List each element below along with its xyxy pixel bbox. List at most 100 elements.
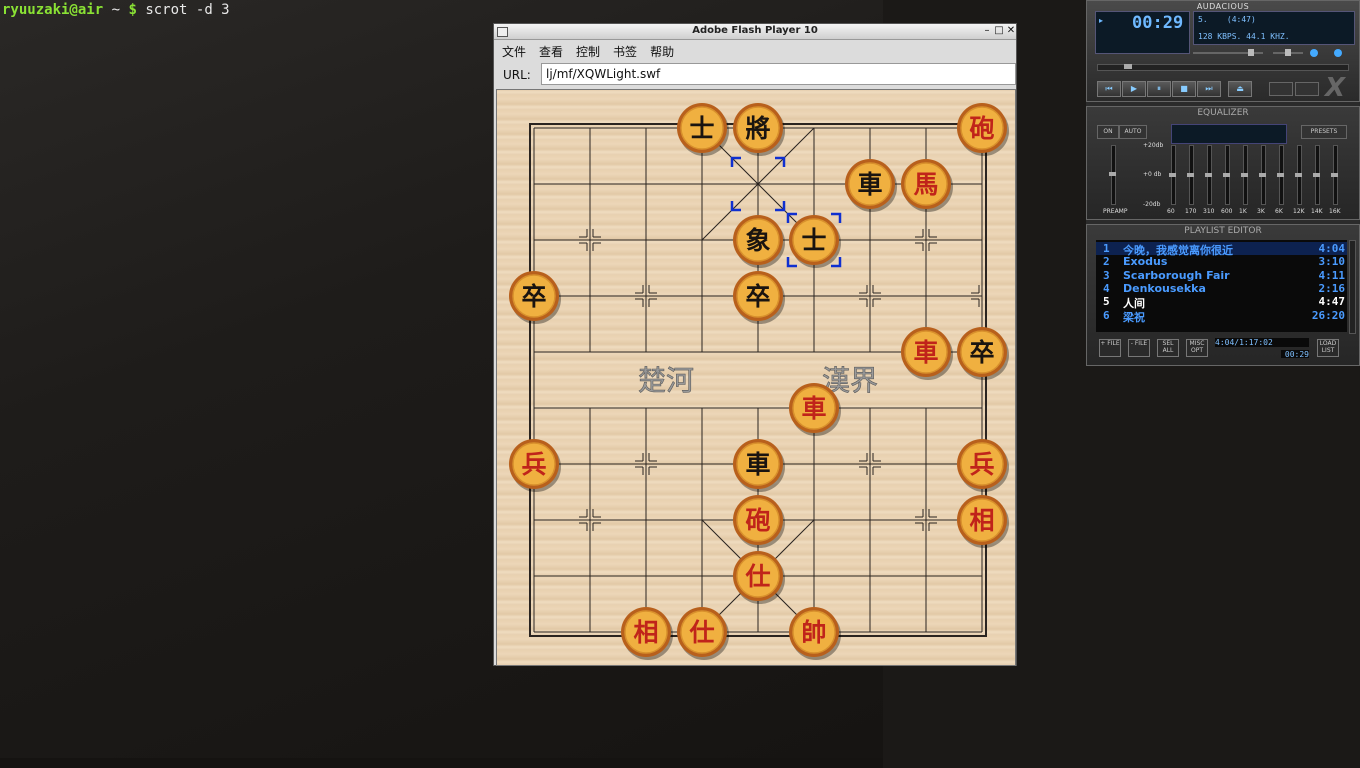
playlist-total-time: 4:04/1:17:02 (1215, 338, 1309, 347)
piece-black-label: 士 (801, 226, 826, 255)
eq-presets-button[interactable]: PRESETS (1301, 125, 1347, 139)
eq-db-mid: +0 db (1143, 171, 1162, 178)
add-file-button[interactable]: + FILE (1099, 339, 1121, 357)
eq-band-slider[interactable] (1169, 145, 1176, 205)
piece-black-label: 車 (745, 450, 770, 479)
select-all-button[interactable]: SEL ALL (1157, 339, 1179, 357)
url-input[interactable]: lj/mf/XQWLight.swf (541, 63, 1016, 85)
eq-toggle-icon[interactable] (1310, 49, 1318, 57)
eq-band-slider[interactable] (1313, 145, 1320, 205)
menu-view[interactable]: 查看 (539, 43, 563, 60)
eq-band-knob[interactable] (1205, 173, 1212, 177)
playlist-row[interactable]: 3 Scarborough Fair 4:11 (1096, 269, 1347, 282)
playlist-row[interactable]: 6 梁祝 26:20 (1096, 309, 1347, 324)
flash-titlebar[interactable]: Adobe Flash Player 10 – □ ✕ (494, 24, 1016, 40)
eq-on-button[interactable]: ON (1097, 125, 1119, 139)
selection-marker (786, 257, 797, 268)
piece-red-label: 車 (913, 338, 938, 367)
remove-file-button[interactable]: - FILE (1128, 339, 1150, 357)
eq-band-slider[interactable] (1241, 145, 1248, 205)
eq-band-knob[interactable] (1223, 173, 1230, 177)
eq-band-knob[interactable] (1169, 173, 1176, 177)
eq-band-slider[interactable] (1223, 145, 1230, 205)
play-indicator-icon: ▸ (1099, 16, 1104, 25)
stop-icon[interactable]: ■ (1172, 81, 1196, 97)
eq-band-slider[interactable] (1187, 145, 1194, 205)
eq-band-knob[interactable] (1313, 173, 1320, 177)
flash-menubar: 文件 查看 控制 书签 帮助 (494, 40, 1016, 62)
equalizer-title: EQUALIZER (1197, 108, 1249, 118)
river-left-text: 楚河 (638, 364, 694, 397)
eq-band-knob[interactable] (1331, 173, 1338, 177)
next-icon[interactable]: ⏭ (1197, 81, 1221, 97)
balance-knob[interactable] (1285, 49, 1291, 56)
playlist-row-number: 4 (1103, 281, 1110, 295)
eq-band-slider[interactable] (1331, 145, 1338, 205)
audacious-player: AUDACIOUS ▸ 00:29 5. (4:47) 128 KBPS. 44… (1086, 0, 1360, 366)
playlist-row[interactable]: 1 今晚，我感觉离你很近 4:04 (1096, 242, 1347, 257)
volume-balance-sliders[interactable] (1193, 49, 1353, 57)
menu-control[interactable]: 控制 (576, 43, 600, 60)
eq-band-label: 3K (1257, 208, 1265, 215)
eq-band-knob[interactable] (1277, 173, 1284, 177)
piece-red-label: 馬 (913, 170, 938, 199)
seek-knob[interactable] (1124, 64, 1132, 69)
piece-red-label: 仕 (688, 618, 714, 647)
board-canvas[interactable]: 楚河 漢界士將砲車 馬象 士卒 卒車 卒車兵車兵砲 相仕相仕帥 (497, 90, 1016, 666)
xiangqi-board[interactable]: 楚河 漢界士將砲車馬象士卒卒車卒車兵車兵砲相仕相仕帥 (496, 89, 1016, 666)
playlist-row-title: Exodus (1123, 255, 1168, 269)
playlist-row[interactable]: 5 人间 4:47 (1096, 295, 1347, 310)
playlist-row[interactable]: 4 Denkousekka 2:16 (1096, 282, 1347, 295)
pl-toggle-icon[interactable] (1334, 49, 1342, 57)
eq-band-label: 170 (1185, 208, 1197, 215)
playlist-row-number: 1 (1103, 242, 1110, 255)
menu-help[interactable]: 帮助 (650, 43, 674, 60)
shuffle-button[interactable] (1269, 82, 1293, 96)
eq-band-label: 14K (1311, 208, 1323, 215)
eq-band-label: 6K (1275, 208, 1283, 215)
eject-icon[interactable]: ⏏ (1228, 81, 1252, 97)
preamp-knob[interactable] (1109, 172, 1116, 176)
seek-bar[interactable] (1097, 64, 1349, 71)
terminal-prompt: ryuuzaki@air ~ $ scrot -d 3 (2, 2, 230, 18)
eq-band-slider[interactable] (1205, 145, 1212, 205)
maximize-icon[interactable]: □ (994, 25, 1004, 37)
playlist-scrollbar[interactable] (1349, 240, 1356, 334)
terminal-user: ryuuzaki@air (2, 2, 104, 18)
volume-knob[interactable] (1248, 49, 1254, 56)
playlist-row-number: 3 (1103, 268, 1110, 282)
bitrate-info: 128 KBPS. 44.1 KHZ. (1198, 32, 1290, 41)
misc-options-button[interactable]: MISC OPT (1186, 339, 1208, 357)
piece-black-label: 士 (689, 114, 714, 143)
eq-band-knob[interactable] (1187, 173, 1194, 177)
eq-band-knob[interactable] (1259, 173, 1266, 177)
eq-band-knob[interactable] (1295, 173, 1302, 177)
previous-icon[interactable]: ⏮ (1097, 81, 1121, 97)
playlist-row[interactable]: 2 Exodus 3:10 (1096, 255, 1347, 268)
minimize-icon[interactable]: – (982, 25, 992, 37)
preamp-slider[interactable] (1109, 145, 1116, 205)
audacious-main-window: AUDACIOUS ▸ 00:29 5. (4:47) 128 KBPS. 44… (1086, 0, 1360, 103)
piece-red-label: 兵 (969, 450, 994, 479)
eq-band-slider[interactable] (1277, 145, 1284, 205)
eq-band-label: 1K (1239, 208, 1247, 215)
menu-bookmarks[interactable]: 书签 (613, 43, 637, 60)
time-display[interactable]: 00:29 (1132, 13, 1183, 33)
close-icon[interactable]: ✕ (1006, 25, 1016, 37)
piece-red-label: 兵 (521, 450, 546, 479)
repeat-button[interactable] (1295, 82, 1319, 96)
load-list-button[interactable]: LOAD LIST (1317, 339, 1339, 357)
playlist-row-number: 5 (1103, 295, 1110, 309)
eq-band-slider[interactable] (1259, 145, 1266, 205)
eq-band-knob[interactable] (1241, 173, 1248, 177)
eq-band-slider[interactable] (1295, 145, 1302, 205)
eq-band-label: 12K (1293, 208, 1305, 215)
eq-auto-button[interactable]: AUTO (1119, 125, 1147, 139)
piece-black-label: 車 (857, 170, 882, 199)
audacious-title: AUDACIOUS (1196, 2, 1250, 11)
menu-file[interactable]: 文件 (502, 43, 526, 60)
pause-icon[interactable]: ⏸ (1147, 81, 1171, 97)
playlist-editor-window: PLAYLIST EDITOR 1 今晚，我感觉离你很近 4:04 2 Exodus 3:… (1086, 224, 1360, 366)
url-label: URL: (503, 68, 531, 82)
play-icon[interactable]: ▶ (1122, 81, 1146, 97)
